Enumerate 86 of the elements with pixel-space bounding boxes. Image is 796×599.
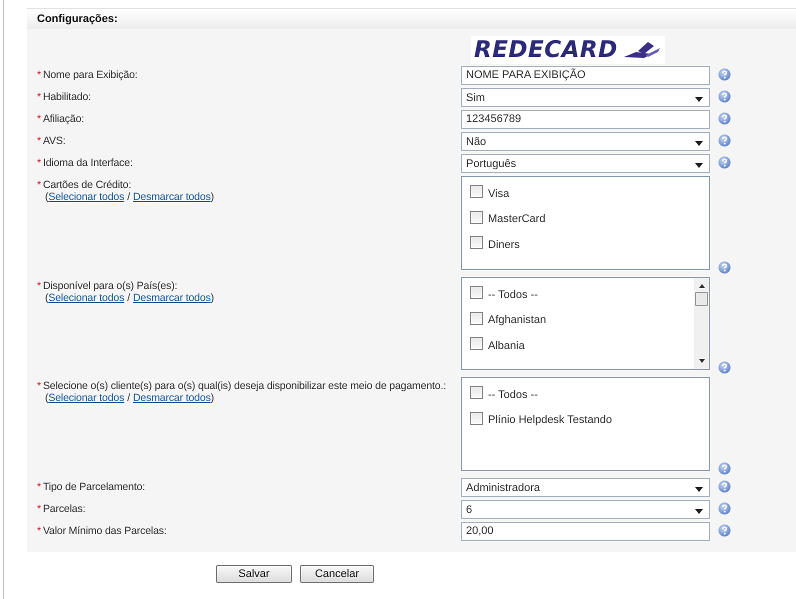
option-label: Afghanistan — [488, 314, 546, 326]
field-label: Valor Mínimo das Parcelas: — [42, 525, 167, 537]
help-icon[interactable] — [718, 134, 730, 147]
help-icon[interactable] — [718, 524, 730, 537]
link-punctuation: ( — [45, 392, 48, 404]
field-label: Tipo de Parcelamento: — [42, 481, 146, 493]
option-label: -- Todos -- — [488, 388, 538, 401]
link-punctuation: / — [126, 191, 131, 203]
field-label: Disponível para o(s) País(es): — [42, 280, 178, 292]
scroll-thumb[interactable] — [695, 292, 708, 306]
text-field[interactable]: 20,00 — [461, 522, 710, 541]
field-label: Habilitado: — [42, 91, 91, 103]
help-icon[interactable] — [718, 156, 730, 169]
required-asterisk: * — [37, 380, 41, 392]
form-button[interactable]: Cancelar — [300, 565, 374, 583]
checkbox[interactable] — [470, 312, 483, 325]
section-title: Configurações: — [37, 13, 118, 25]
caret-icon — [695, 162, 703, 168]
logo-text: REDECARD — [474, 37, 618, 63]
help-icon[interactable] — [718, 480, 730, 493]
option-label: -- Todos -- — [488, 288, 538, 301]
required-asterisk: * — [37, 481, 41, 493]
dropdown[interactable]: Administradora — [461, 478, 710, 497]
option-label: MasterCard — [488, 213, 546, 226]
help-icon[interactable] — [718, 502, 730, 515]
field-label: Afiliação: — [42, 113, 84, 125]
field-label: Idioma da Interface: — [42, 157, 133, 169]
link-punctuation: / — [126, 392, 131, 404]
scrollbar[interactable] — [694, 278, 709, 369]
option-label: Visa — [488, 188, 510, 200]
required-asterisk: * — [37, 157, 41, 169]
field-label: Cartões de Crédito: — [42, 179, 132, 191]
scroll-up-icon[interactable] — [698, 284, 704, 288]
required-asterisk: * — [37, 280, 41, 292]
checkbox[interactable] — [470, 337, 483, 350]
help-icon[interactable] — [718, 361, 730, 374]
link-punctuation: ( — [45, 191, 48, 203]
text-field[interactable]: 123456789 — [461, 110, 710, 129]
dropdown[interactable]: Português — [461, 154, 710, 173]
card-pen-icon — [622, 39, 662, 61]
dropdown[interactable]: Sim — [461, 88, 710, 107]
link[interactable]: Desmarcar todos — [132, 191, 211, 203]
link[interactable]: Selecionar todos — [48, 292, 124, 304]
form-button[interactable]: Salvar — [216, 565, 292, 583]
text-field[interactable]: NOME PARA EXIBIÇÃO — [461, 66, 710, 85]
checkbox[interactable] — [470, 286, 483, 300]
link-punctuation: ( — [45, 292, 48, 304]
caret-icon — [695, 508, 703, 514]
scroll-down-icon[interactable] — [698, 359, 704, 363]
link-punctuation: / — [126, 292, 131, 304]
field-label: AVS: — [42, 135, 66, 147]
checkbox[interactable] — [470, 386, 483, 400]
help-icon[interactable] — [718, 90, 730, 103]
field-label: Parcelas: — [42, 503, 86, 515]
dropdown[interactable]: 6 — [461, 500, 710, 519]
help-icon[interactable] — [718, 261, 730, 274]
help-icon[interactable] — [718, 112, 730, 125]
required-asterisk: * — [37, 503, 41, 515]
caret-icon — [695, 96, 703, 102]
checkbox[interactable] — [470, 210, 483, 224]
help-icon[interactable] — [718, 68, 730, 81]
link-punctuation: ) — [210, 392, 214, 404]
required-asterisk: * — [37, 113, 41, 125]
required-asterisk: * — [37, 179, 41, 191]
link-punctuation: ) — [210, 292, 214, 304]
checkbox[interactable] — [470, 236, 483, 250]
field-label: Selecione o(s) cliente(s) para o(s) qual(is) deseja disponibilizar este meio de pagamento.: — [42, 380, 446, 392]
dropdown[interactable]: Não — [461, 132, 710, 151]
caret-icon — [695, 140, 703, 146]
checkbox[interactable] — [470, 185, 483, 198]
required-asterisk: * — [37, 91, 41, 103]
link[interactable]: Desmarcar todos — [132, 392, 211, 404]
link[interactable]: Selecionar todos — [48, 191, 124, 203]
link-punctuation: ) — [210, 191, 214, 203]
checkbox[interactable] — [470, 412, 483, 425]
caret-icon — [695, 486, 703, 492]
required-asterisk: * — [37, 135, 41, 147]
help-icon[interactable] — [718, 462, 730, 475]
option-label: Albania — [488, 340, 525, 352]
required-asterisk: * — [37, 525, 41, 537]
link[interactable]: Selecionar todos — [48, 392, 124, 404]
option-label: Plínio Helpdesk Testando — [488, 414, 612, 426]
link[interactable]: Desmarcar todos — [132, 292, 211, 304]
required-asterisk: * — [37, 69, 41, 81]
field-label: Nome para Exibição: — [42, 69, 138, 81]
option-label: Diners — [488, 238, 520, 251]
